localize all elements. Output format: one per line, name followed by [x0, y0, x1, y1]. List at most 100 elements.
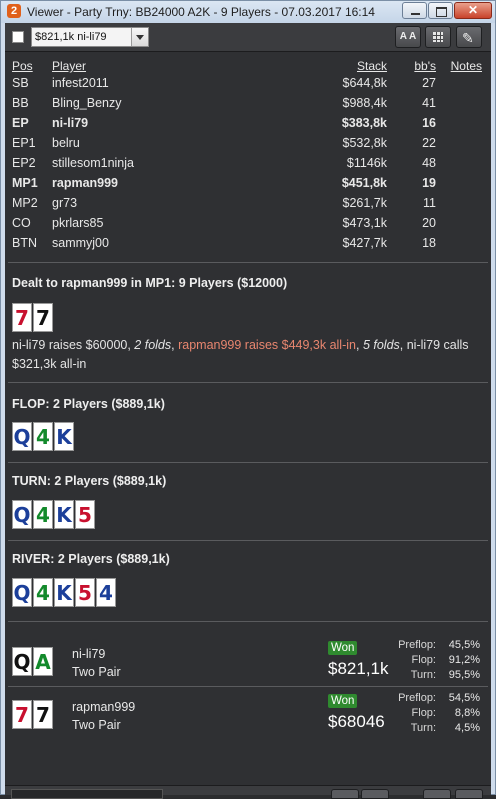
player-bbs: 16 — [422, 116, 436, 130]
player-stack: $383,8k — [341, 116, 387, 130]
bottom-input[interactable] — [11, 789, 163, 799]
playing-card: 4 — [33, 500, 53, 529]
header-bbs[interactable]: bb's — [414, 59, 436, 73]
player-bbs: 41 — [422, 96, 436, 110]
player-position: CO — [12, 216, 31, 230]
playing-card: K — [54, 422, 74, 451]
player-rows: SB infest2011 $644,8k 27 BB Bling_Benzy $988,4… — [12, 76, 482, 256]
players-table: Pos Player Stack bb's Notes SB infest2011… — [12, 59, 482, 256]
bottom-button[interactable] — [423, 789, 451, 799]
player-name: infest2011 — [52, 76, 109, 90]
maximize-button[interactable] — [428, 2, 453, 19]
divider — [8, 262, 488, 263]
playing-card: 7 — [12, 303, 32, 332]
divider — [8, 686, 488, 687]
player-bbs: 11 — [423, 196, 436, 210]
playing-card: Q — [12, 500, 32, 529]
player-stack: $473,1k — [342, 216, 387, 230]
player-row[interactable]: EP2 stillesom1ninja $1146k 48 — [12, 156, 482, 176]
window-title: Viewer - Party Trny: BB24000 A2K - 9 Pla… — [27, 5, 375, 19]
close-icon: ✕ — [467, 3, 479, 17]
hand-checkbox[interactable] — [12, 31, 24, 43]
playing-card: Q — [12, 578, 32, 607]
player-stack: $532,8k — [342, 136, 387, 150]
title-bar[interactable]: 2 Viewer - Party Trny: BB24000 A2K - 9 P… — [1, 1, 495, 23]
player-name: belru — [52, 136, 80, 150]
bottom-button[interactable] — [455, 789, 483, 799]
player-row[interactable]: MP1 rapman999 $451,8k 19 — [12, 176, 482, 196]
player-stack: $1146k — [346, 156, 387, 170]
player-stack: $644,8k — [342, 76, 387, 90]
viewer-window: 2 Viewer - Party Trny: BB24000 A2K - 9 P… — [0, 0, 496, 799]
player-row[interactable]: BTN sammyj00 $427,7k 18 — [12, 236, 482, 256]
player-bbs: 48 — [422, 156, 436, 170]
equity-value: 45,5% — [448, 639, 480, 651]
result-player: rapman999 — [72, 700, 136, 714]
player-position: EP1 — [12, 136, 36, 150]
playing-card: K — [54, 500, 74, 529]
equity-label: Preflop: — [398, 639, 436, 651]
grid-button[interactable] — [425, 26, 451, 48]
equity-value: 8,8% — [454, 707, 480, 719]
divider — [8, 621, 488, 622]
bottom-button[interactable] — [331, 789, 359, 799]
player-stack: $451,8k — [341, 176, 387, 190]
header-player[interactable]: Player — [52, 59, 86, 73]
player-stack: $427,7k — [342, 236, 387, 250]
player-row[interactable]: MP2 gr73 $261,7k 11 — [12, 196, 482, 216]
turn-title: TURN: 2 Players ($889,1k) — [12, 474, 167, 488]
app-logo-icon: 2 — [7, 4, 21, 18]
table-header: Pos Player Stack bb's Notes — [12, 59, 482, 76]
player-position: EP2 — [12, 156, 36, 170]
player-row[interactable]: CO pkrlars85 $473,1k 20 — [12, 216, 482, 236]
equity-label: Flop: — [411, 707, 436, 719]
close-button[interactable]: ✕ — [454, 2, 492, 19]
divider — [8, 462, 488, 463]
playing-card: 4 — [33, 578, 53, 607]
player-row[interactable]: BB Bling_Benzy $988,4k 41 — [12, 96, 482, 116]
won-badge: Won — [328, 641, 358, 655]
viewer-content: $821,1k ni-li79 A A ✎ Pos Player Stack b… — [5, 23, 491, 799]
playing-card: 5 — [75, 578, 95, 607]
player-row[interactable]: SB infest2011 $644,8k 27 — [12, 76, 482, 96]
player-name: gr73 — [52, 196, 78, 210]
minimize-button[interactable] — [402, 2, 427, 19]
font-size-button[interactable]: A A — [395, 26, 421, 48]
playing-card: 7 — [12, 700, 32, 729]
player-position: MP2 — [12, 196, 38, 210]
player-name: rapman999 — [52, 176, 119, 190]
equity-label: Turn: — [410, 722, 436, 734]
edit-button[interactable]: ✎ — [456, 26, 482, 48]
header-notes[interactable]: Notes — [451, 59, 482, 73]
player-row[interactable]: EP1 belru $532,8k 22 — [12, 136, 482, 156]
action-comma: , — [355, 338, 363, 352]
playing-card: Q — [12, 647, 32, 676]
divider — [8, 382, 488, 383]
action-folds: 5 folds — [362, 338, 400, 352]
player-bbs: 19 — [422, 176, 436, 190]
player-name: stillesom1ninja — [52, 156, 134, 170]
player-row[interactable]: EP ni-li79 $383,8k 16 — [12, 116, 482, 136]
bottom-button[interactable] — [361, 789, 389, 799]
playing-card: 4 — [96, 578, 116, 607]
playing-card: A — [33, 647, 53, 676]
dropdown-button[interactable] — [131, 28, 148, 46]
player-position: SB — [12, 76, 29, 90]
action-hero-allin: rapman999 raises $449,3k all-in — [178, 338, 356, 352]
preflop-action: ni-li79 raises $60000, 2 folds, rapman99… — [12, 336, 472, 374]
player-bbs: 27 — [422, 76, 436, 90]
player-bbs: 20 — [422, 216, 436, 230]
equity-label: Flop: — [411, 654, 436, 666]
player-position: MP1 — [12, 176, 38, 190]
pencil-icon: ✎ — [462, 30, 474, 46]
player-bbs: 18 — [422, 236, 436, 250]
hand-select[interactable]: $821,1k ni-li79 — [31, 27, 149, 47]
header-stack[interactable]: Stack — [357, 59, 387, 73]
player-name: pkrlars85 — [52, 216, 104, 230]
header-pos[interactable]: Pos — [12, 59, 33, 73]
grid-icon — [433, 32, 443, 42]
playing-card: 7 — [33, 303, 53, 332]
equity-label: Preflop: — [398, 692, 436, 704]
result-player: ni-li79 — [72, 647, 106, 661]
result-row: QA ni-li79 Two Pair Won $821,1k Preflop:… — [5, 639, 491, 689]
